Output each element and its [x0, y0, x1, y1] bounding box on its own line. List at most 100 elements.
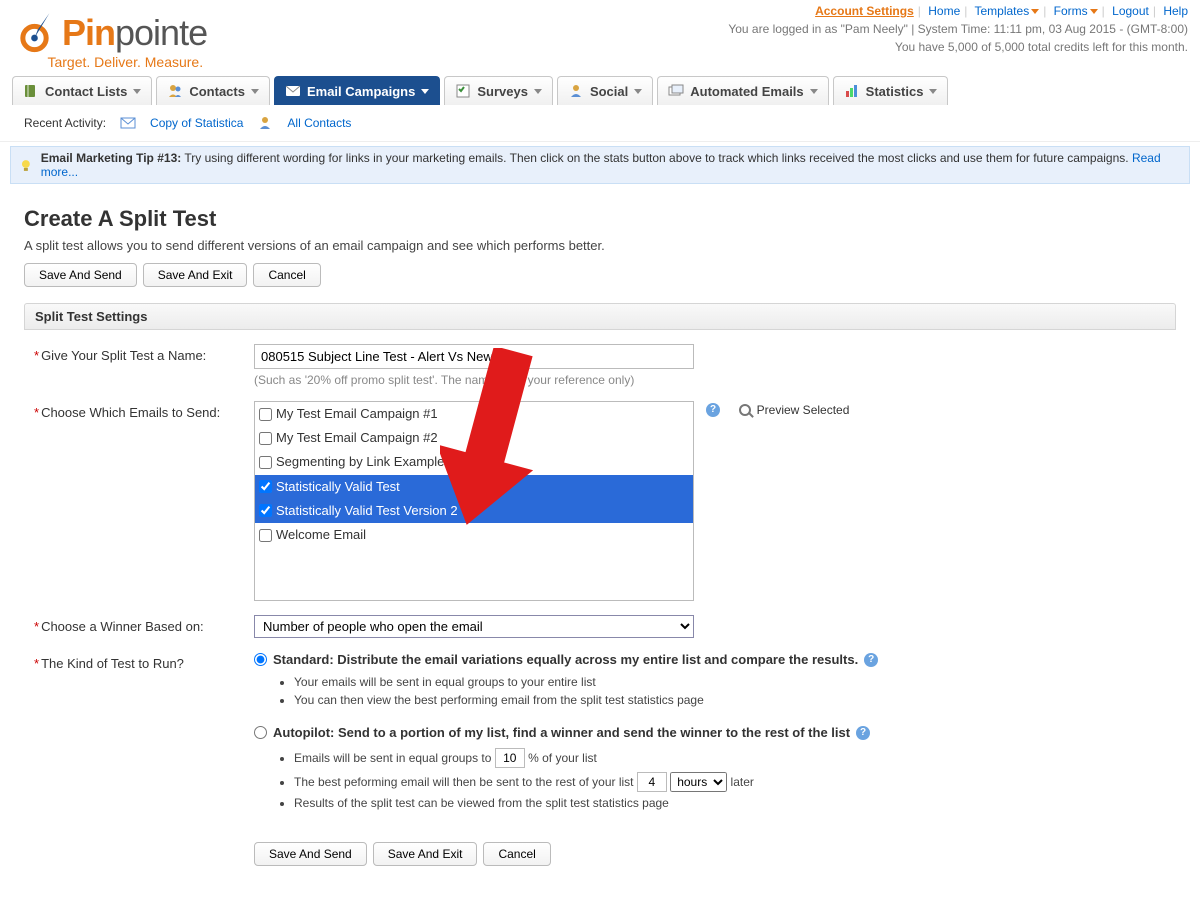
help-link[interactable]: Help [1163, 4, 1188, 18]
nav-automated-emails[interactable]: Automated Emails [657, 76, 828, 105]
logo-block: Pinpointe Target. Deliver. Measure. [12, 2, 207, 70]
panel-heading: Split Test Settings [24, 303, 1176, 330]
chevron-down-icon [810, 89, 818, 94]
email-option-checkbox[interactable] [259, 529, 272, 542]
credits-status: You have 5,000 of 5,000 total credits le… [728, 38, 1188, 56]
person-icon [257, 115, 273, 131]
tip-banner: Email Marketing Tip #13: Try using diffe… [10, 146, 1190, 184]
email-option-checkbox[interactable] [259, 480, 272, 493]
login-status: You are logged in as "Pam Neely" | Syste… [728, 20, 1188, 38]
forms-link[interactable]: Forms [1054, 4, 1088, 18]
recent-item-1[interactable]: Copy of Statistica [150, 116, 243, 130]
email-option-checkbox[interactable] [259, 408, 272, 421]
email-option[interactable]: Statistically Valid Test [255, 475, 693, 499]
help-icon[interactable]: ? [856, 726, 870, 740]
chevron-down-icon [1031, 9, 1039, 14]
envelopes-icon [668, 83, 684, 99]
checklist-icon [455, 83, 471, 99]
chevron-down-icon [133, 89, 141, 94]
chevron-down-icon [251, 89, 259, 94]
envelope-icon [285, 83, 301, 99]
recent-activity-bar: Recent Activity: Copy of Statistica All … [0, 105, 1200, 142]
home-link[interactable]: Home [928, 4, 960, 18]
autopilot-radio[interactable] [254, 726, 267, 739]
autopilot-bullet-3: Results of the split test can be viewed … [294, 794, 1166, 812]
autopilot-b1a: Emails will be sent in equal groups to [294, 751, 491, 765]
page-description: A split test allows you to send differen… [24, 238, 1176, 253]
email-option-label: Statistically Valid Test [276, 478, 400, 496]
logout-link[interactable]: Logout [1112, 4, 1149, 18]
email-option[interactable]: My Test Email Campaign #2 [255, 426, 693, 450]
name-label: Give Your Split Test a Name: [41, 348, 206, 363]
autopilot-delay-unit-select[interactable]: hours [670, 772, 727, 792]
pinpointe-logo-icon [12, 8, 62, 58]
email-option-label: My Test Email Campaign #2 [276, 429, 438, 447]
nav-email-campaigns[interactable]: Email Campaigns [274, 76, 440, 105]
recent-item-2[interactable]: All Contacts [287, 116, 351, 130]
account-settings-link[interactable]: Account Settings [815, 4, 914, 18]
email-option-checkbox[interactable] [259, 504, 272, 517]
nav-statistics[interactable]: Statistics [833, 76, 949, 105]
email-option[interactable]: My Test Email Campaign #1 [255, 402, 693, 426]
chevron-down-icon [929, 89, 937, 94]
help-icon[interactable]: ? [864, 653, 878, 667]
email-option-checkbox[interactable] [259, 456, 272, 469]
person-icon [568, 83, 584, 99]
email-option[interactable]: Segmenting by Link Example [255, 450, 693, 474]
nav-contacts[interactable]: Contacts [156, 76, 270, 105]
name-note: (Such as '20% off promo split test'. The… [254, 373, 1166, 387]
save-and-send-button[interactable]: Save And Send [24, 263, 137, 287]
email-option-label: Segmenting by Link Example [276, 453, 444, 471]
help-icon[interactable]: ? [706, 403, 720, 417]
save-and-exit-button[interactable]: Save And Exit [143, 263, 248, 287]
book-icon [23, 83, 39, 99]
tip-prefix: Email Marketing Tip #13: [41, 151, 182, 165]
standard-title: Standard: Distribute the email variation… [273, 652, 858, 667]
brand-part1: Pin [62, 12, 115, 53]
cancel-button[interactable]: Cancel [253, 263, 320, 287]
chevron-down-icon [421, 89, 429, 94]
magnify-icon [739, 404, 751, 416]
emails-listbox[interactable]: My Test Email Campaign #1 My Test Email C… [254, 401, 694, 601]
split-test-name-input[interactable] [254, 344, 694, 369]
autopilot-delay-input[interactable] [637, 772, 667, 792]
templates-link[interactable]: Templates [975, 4, 1030, 18]
cancel-button-bottom[interactable]: Cancel [483, 842, 550, 866]
autopilot-percent-input[interactable] [495, 748, 525, 768]
email-option-checkbox[interactable] [259, 432, 272, 445]
chevron-down-icon [534, 89, 542, 94]
kind-label: The Kind of Test to Run? [41, 656, 184, 671]
people-icon [167, 83, 183, 99]
chevron-down-icon [1090, 9, 1098, 14]
winner-criteria-select[interactable]: Number of people who open the email [254, 615, 694, 638]
main-nav: Contact Lists Contacts Email Campaigns S… [0, 76, 1200, 105]
nav-social[interactable]: Social [557, 76, 653, 105]
standard-bullet-2: You can then view the best performing em… [294, 691, 1166, 709]
email-option-label: My Test Email Campaign #1 [276, 405, 438, 423]
lightbulb-icon [19, 158, 33, 172]
autopilot-b2a: The best peforming email will then be se… [294, 775, 634, 789]
email-option[interactable]: Statistically Valid Test Version 2 [255, 499, 693, 523]
autopilot-title: Autopilot: Send to a portion of my list,… [273, 725, 850, 740]
envelope-icon [120, 115, 136, 131]
autopilot-b1b: % of your list [528, 751, 597, 765]
brand-part2: pointe [115, 12, 207, 53]
preview-selected-link[interactable]: Preview Selected [757, 403, 850, 417]
top-links: Account Settings| Home| Templates| Forms… [728, 2, 1188, 70]
emails-label: Choose Which Emails to Send: [41, 405, 220, 420]
nav-surveys[interactable]: Surveys [444, 76, 553, 105]
autopilot-b2b: later [731, 775, 754, 789]
save-and-exit-button-bottom[interactable]: Save And Exit [373, 842, 478, 866]
save-and-send-button-bottom[interactable]: Save And Send [254, 842, 367, 866]
tip-text: Try using different wording for links in… [184, 151, 1128, 165]
recent-label: Recent Activity: [24, 116, 106, 130]
standard-bullet-1: Your emails will be sent in equal groups… [294, 673, 1166, 691]
nav-contact-lists[interactable]: Contact Lists [12, 76, 152, 105]
bar-chart-icon [844, 83, 860, 99]
email-option-label: Statistically Valid Test Version 2 [276, 502, 458, 520]
email-option[interactable]: Welcome Email [255, 523, 693, 547]
standard-radio[interactable] [254, 653, 267, 666]
chevron-down-icon [634, 89, 642, 94]
email-option-label: Welcome Email [276, 526, 366, 544]
winner-label: Choose a Winner Based on: [41, 619, 204, 634]
